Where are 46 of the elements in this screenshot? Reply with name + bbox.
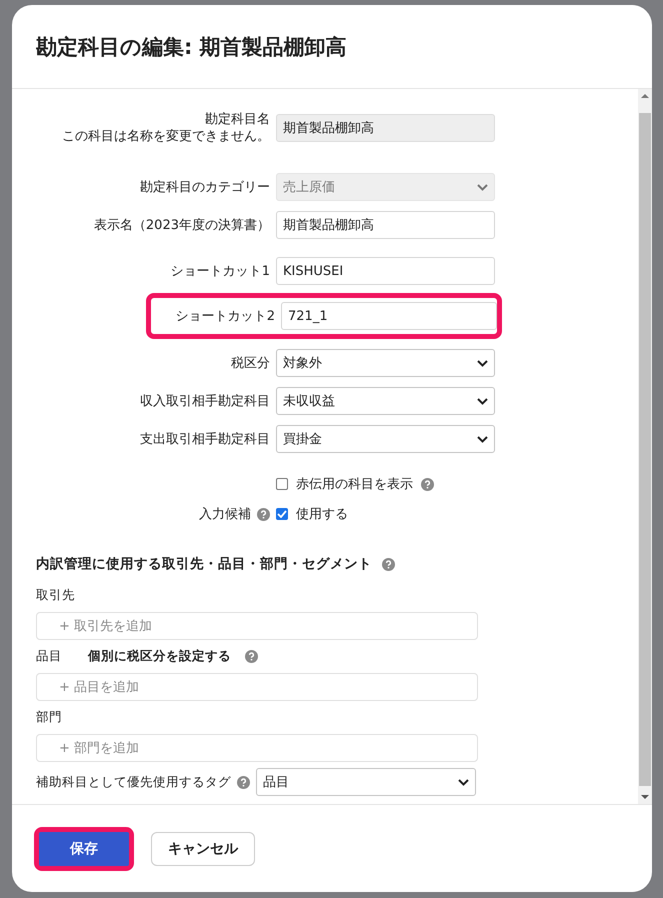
group-label: 取引先 <box>36 587 75 604</box>
field-label: 補助科目として優先使用するタグ <box>36 774 231 790</box>
text-input[interactable]: 期首製品棚卸高 <box>276 211 495 239</box>
field-label: 表示名（2023年度の決算書） <box>94 216 270 234</box>
scroll-down-icon[interactable] <box>641 794 649 800</box>
select-field[interactable]: 品目 <box>256 768 476 796</box>
cancel-button[interactable]: キャンセル <box>151 832 255 866</box>
field-label: ショートカット2 <box>176 308 275 324</box>
scroll-up-icon[interactable] <box>641 93 649 99</box>
chevron-down-icon <box>458 778 469 786</box>
field-label: 支出取引相手勘定科目 <box>140 430 270 448</box>
select-field[interactable]: 対象外 <box>276 349 495 377</box>
name-input[interactable]: 期首製品棚卸高 <box>276 114 495 142</box>
checkbox[interactable] <box>276 508 288 520</box>
help-icon[interactable] <box>245 650 258 663</box>
field-label: 勘定科目名 この科目は名称を変更できません。 <box>62 111 270 145</box>
select-field[interactable]: 未収収益 <box>276 387 495 415</box>
field-label: 税区分 <box>231 354 270 372</box>
text-input[interactable]: 721_1 <box>281 302 497 330</box>
save-button[interactable]: 保存 <box>39 832 129 866</box>
group-label: 部門 <box>36 709 62 726</box>
chevron-down-icon <box>477 398 488 404</box>
section-heading: 内訳管理に使用する取引先・品目・部門・セグメント <box>36 555 372 573</box>
field-label: 勘定科目のカテゴリー <box>140 178 270 196</box>
field-label: ショートカット1 <box>170 262 270 280</box>
help-icon[interactable] <box>382 558 395 570</box>
checkbox[interactable] <box>276 478 288 490</box>
group-label: 品目 <box>36 648 62 665</box>
help-icon[interactable] <box>237 776 250 788</box>
checkbox-label: 赤伝用の科目を表示 <box>296 476 413 493</box>
checkbox-label: 使用する <box>296 506 348 523</box>
add-field[interactable]: + 品目を追加 <box>36 673 478 701</box>
field-label: 収入取引相手勘定科目 <box>140 392 270 410</box>
help-icon[interactable] <box>421 478 434 490</box>
chevron-down-icon <box>477 360 488 366</box>
chevron-down-icon <box>477 184 488 190</box>
dialog-title: 勘定科目の編集: 期首製品棚卸高 <box>36 34 347 60</box>
option-link[interactable]: 個別に税区分を設定する <box>88 648 231 665</box>
select-field[interactable]: 買掛金 <box>276 425 495 453</box>
field-label: 入力候補 <box>199 506 251 522</box>
help-icon[interactable] <box>257 508 270 520</box>
chevron-down-icon <box>477 436 488 442</box>
text-input[interactable]: KISHUSEI <box>276 257 495 285</box>
scrollbar[interactable] <box>638 89 652 804</box>
add-field[interactable]: + 取引先を追加 <box>36 612 478 640</box>
add-field[interactable]: + 部門を追加 <box>36 734 478 762</box>
